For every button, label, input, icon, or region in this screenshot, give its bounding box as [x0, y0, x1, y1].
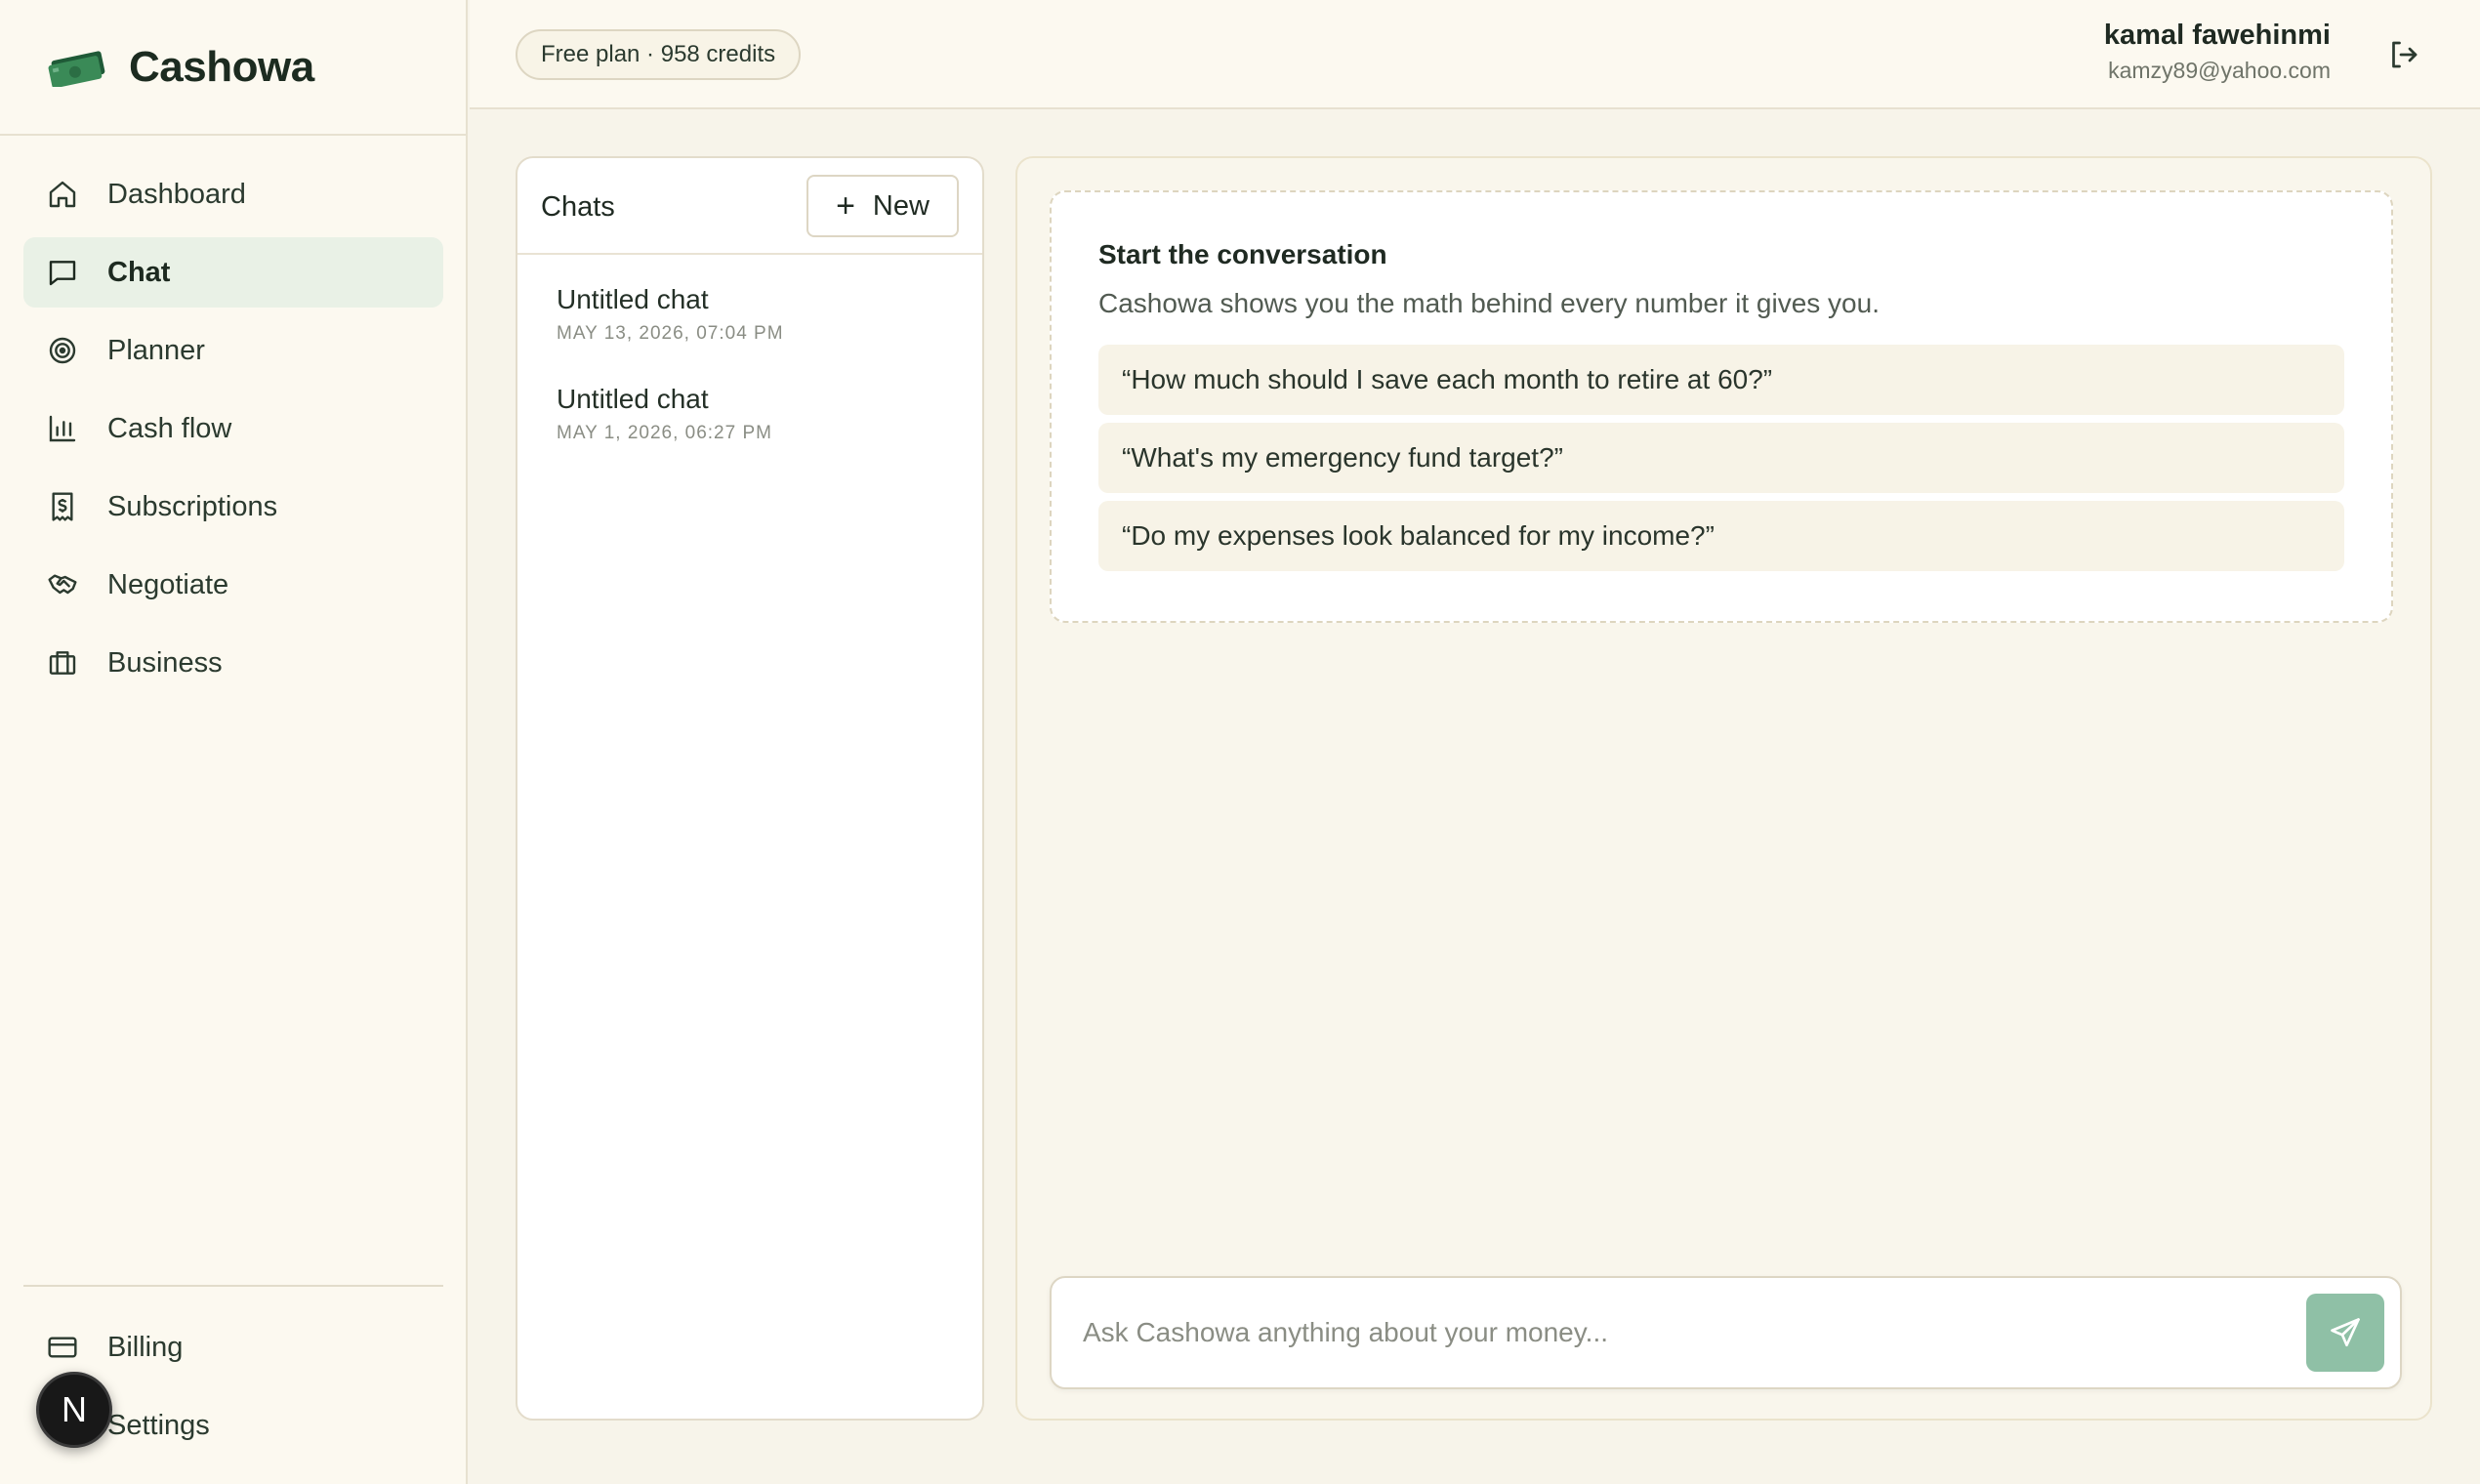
user-name: kamal fawehinmi: [2103, 20, 2331, 51]
nav-label: Chat: [107, 256, 171, 288]
chats-title: Chats: [541, 191, 615, 223]
conversation-starter: Start the conversation Cashowa shows you…: [1050, 190, 2393, 623]
conversation-panel: Start the conversation Cashowa shows you…: [1015, 156, 2432, 1421]
cash-logo-icon: [48, 50, 105, 87]
sidebar: Cashowa Dashboard Chat Planner Cash flow: [0, 0, 468, 1484]
chat-title: Untitled chat: [557, 284, 709, 314]
bar-chart-icon: [47, 413, 78, 444]
new-chat-button[interactable]: + New: [806, 175, 959, 237]
nav-label: Dashboard: [107, 178, 246, 210]
suggested-prompts: “How much should I save each month to re…: [1098, 345, 2344, 571]
chat-date: MAY 13, 2026, 07:04 PM: [557, 323, 784, 344]
brand[interactable]: Cashowa: [0, 0, 466, 136]
starter-title: Start the conversation: [1098, 239, 1387, 269]
dev-badge[interactable]: N: [36, 1372, 112, 1448]
send-button[interactable]: [2306, 1294, 2384, 1372]
chat-title: Untitled chat: [557, 384, 709, 414]
plus-icon: +: [836, 186, 855, 225]
briefcase-icon: [47, 647, 78, 679]
nav-item-billing[interactable]: Billing: [23, 1312, 443, 1382]
user-email: kamzy89@yahoo.com: [2108, 58, 2331, 83]
chats-panel: Chats + New Untitled chat MAY 13, 2026, …: [516, 156, 984, 1421]
main-nav: Dashboard Chat Planner Cash flow Subscri…: [23, 159, 443, 706]
badge-letter: N: [62, 1389, 87, 1429]
message-input[interactable]: [1083, 1278, 2254, 1387]
nav-label: Cash flow: [107, 412, 232, 444]
nav-label: Settings: [107, 1409, 210, 1441]
nav-item-cash-flow[interactable]: Cash flow: [23, 393, 443, 464]
new-chat-label: New: [872, 189, 930, 222]
chat-list-item[interactable]: Untitled chat MAY 13, 2026, 07:04 PM: [517, 284, 982, 345]
send-icon: [2331, 1318, 2360, 1347]
nav-item-subscriptions[interactable]: Subscriptions: [23, 472, 443, 542]
nav-label: Planner: [107, 334, 205, 366]
credit-card-icon: [47, 1332, 78, 1363]
chats-header: Chats + New: [517, 158, 982, 255]
chat-bubble-icon: [47, 257, 78, 288]
nav-item-dashboard[interactable]: Dashboard: [23, 159, 443, 229]
nav-label: Billing: [107, 1331, 184, 1363]
target-icon: [47, 335, 78, 366]
user-info: kamal fawehinmi kamzy89@yahoo.com: [2104, 20, 2331, 84]
plan-credits-badge[interactable]: Free plan · 958 credits: [516, 29, 802, 80]
top-bar: Free plan · 958 credits kamal fawehinmi …: [470, 0, 2480, 109]
nav-item-chat[interactable]: Chat: [23, 237, 443, 308]
nav-label: Negotiate: [107, 568, 229, 600]
nav-item-business[interactable]: Business: [23, 628, 443, 698]
nav-divider: [23, 1285, 443, 1287]
chat-list: Untitled chat MAY 13, 2026, 07:04 PM Unt…: [517, 255, 982, 444]
suggested-prompt[interactable]: “Do my expenses look balanced for my inc…: [1098, 501, 2344, 571]
nav-item-planner[interactable]: Planner: [23, 315, 443, 386]
chat-date: MAY 1, 2026, 06:27 PM: [557, 423, 772, 443]
home-icon: [47, 179, 78, 210]
suggested-prompt[interactable]: “How much should I save each month to re…: [1098, 345, 2344, 415]
logout-icon[interactable]: [2386, 37, 2421, 72]
nav-label: Subscriptions: [107, 490, 278, 522]
nav-label: Business: [107, 646, 223, 679]
starter-subtitle: Cashowa shows you the math behind every …: [1098, 288, 1880, 318]
message-composer: [1050, 1276, 2402, 1389]
receipt-icon: [47, 491, 78, 522]
nav-item-negotiate[interactable]: Negotiate: [23, 550, 443, 620]
brand-name: Cashowa: [129, 42, 314, 91]
suggested-prompt[interactable]: “What's my emergency fund target?”: [1098, 423, 2344, 493]
chat-list-item[interactable]: Untitled chat MAY 1, 2026, 06:27 PM: [517, 384, 982, 444]
handshake-icon: [47, 569, 78, 600]
